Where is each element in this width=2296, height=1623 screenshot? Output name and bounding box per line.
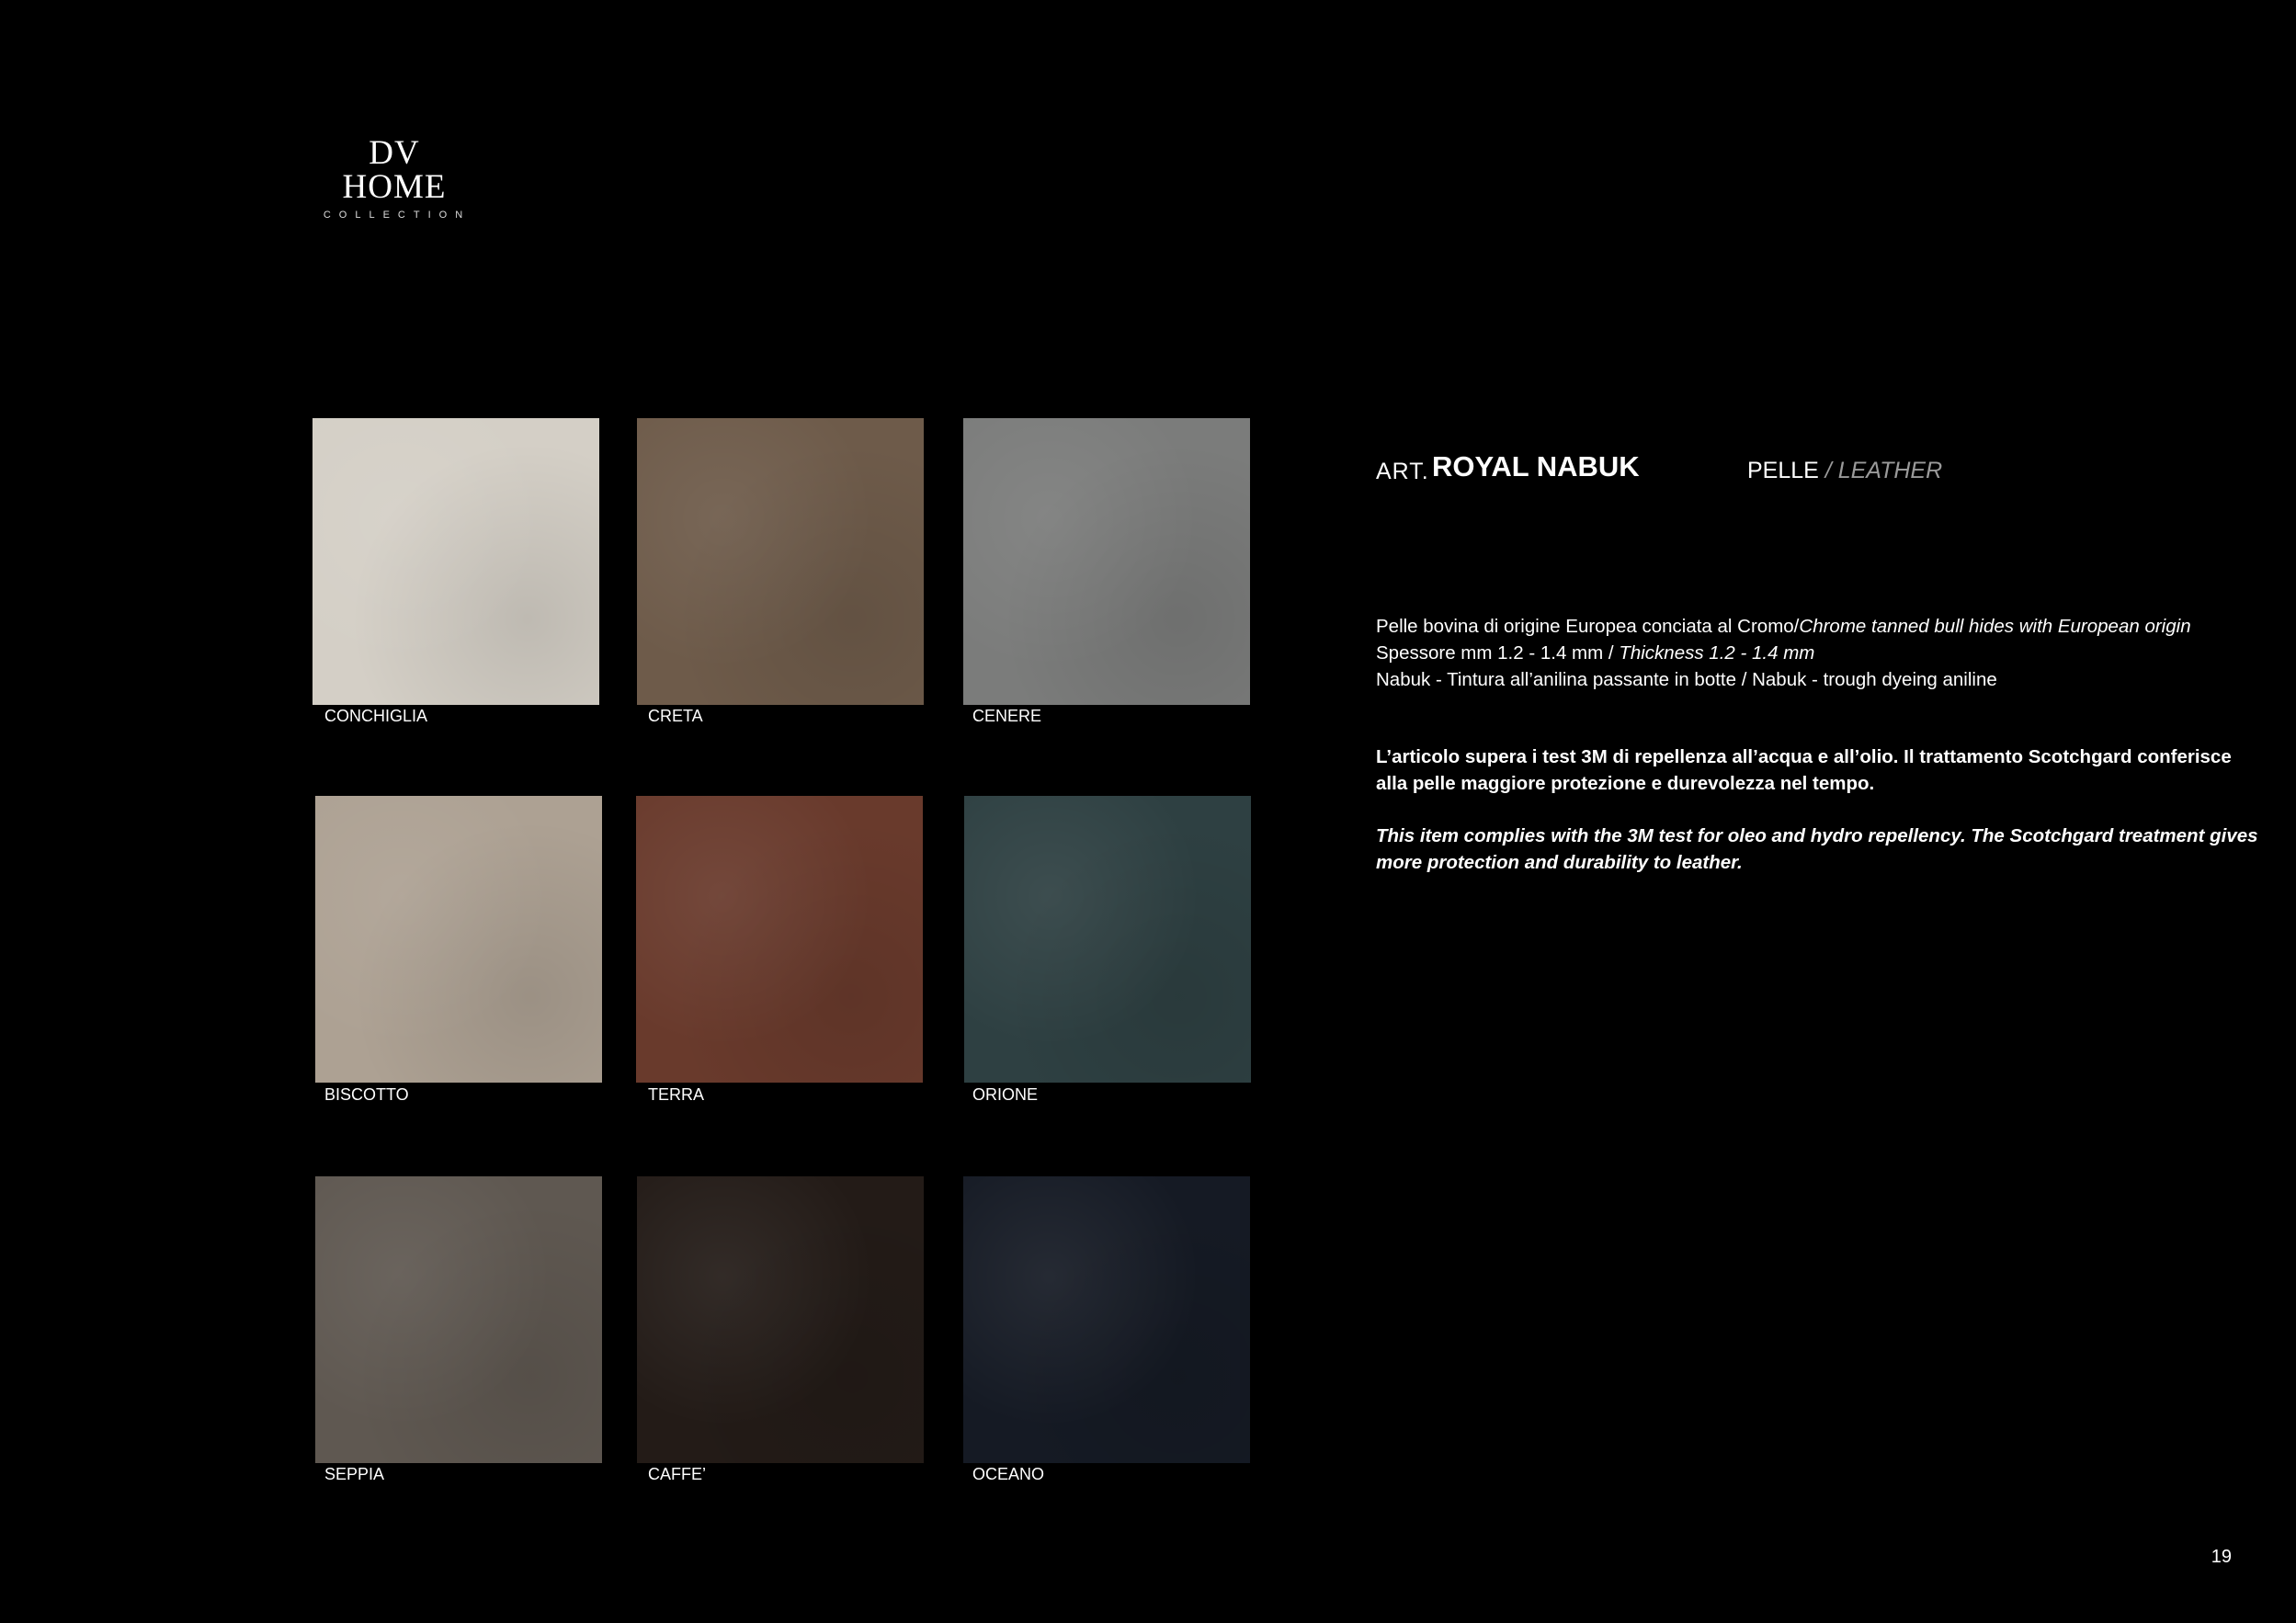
brand-logo: DV HOME COLLECTION (315, 136, 473, 221)
origin-en: Chrome tanned bull hides with European o… (1799, 616, 2191, 637)
article-title: ART. ROYAL NABUK PELLE / LEATHER (1376, 450, 2203, 487)
swatch-label-biscotto: BISCOTTO (324, 1085, 409, 1104)
swatch-label-seppia: SEPPIA (324, 1465, 385, 1483)
swatch-seppia (315, 1176, 602, 1463)
swatch-caffe (637, 1176, 924, 1463)
material-label: PELLE / LEATHER (1747, 458, 1942, 484)
swatch-label-cenere: CENERE (972, 707, 1042, 725)
thickness-it: Spessore mm 1.2 - 1.4 mm / (1376, 642, 1620, 664)
material-separator: / (1818, 458, 1838, 483)
treatment-note-it: L’articolo supera i test 3M di repellenz… (1376, 746, 2232, 794)
swatch-conchiglia (313, 418, 599, 705)
swatch-label-creta: CRETA (648, 707, 703, 725)
swatch-label-oceano: OCEANO (972, 1465, 1045, 1483)
material-en: LEATHER (1837, 458, 1943, 483)
swatch-orione (964, 796, 1251, 1083)
brand-subtitle: COLLECTION (323, 210, 472, 221)
product-description: Pelle bovina di origine Europea conciata… (1376, 613, 2277, 693)
article-name: ROYAL NABUK (1432, 450, 1640, 482)
swatch-oceano (963, 1176, 1250, 1463)
thickness-en: Thickness 1.2 - 1.4 mm (1619, 642, 1815, 664)
swatch-label-caffe: CAFFE’ (648, 1465, 706, 1483)
swatch-terra (636, 796, 923, 1083)
swatch-label-terra: TERRA (648, 1085, 705, 1104)
origin-it: Pelle bovina di origine Europea conciata… (1376, 616, 1800, 637)
page-number: 19 (2211, 1547, 2232, 1567)
swatch-label-orione: ORIONE (972, 1085, 1039, 1104)
swatch-creta (637, 418, 924, 705)
article-prefix: ART. (1376, 459, 1429, 484)
swatch-label-conchiglia: CONCHIGLIA (324, 707, 428, 725)
swatch-cenere (963, 418, 1250, 705)
brand-name: DV HOME (342, 134, 447, 206)
swatch-biscotto (315, 796, 602, 1083)
description-line-dyeing: Nabuk - Tintura all’anilina passante in … (1376, 669, 1997, 690)
material-it: PELLE (1747, 458, 1819, 483)
treatment-note-en: This item complies with the 3M test for … (1376, 825, 2258, 873)
description-line-origin: Pelle bovina di origine Europea conciata… (1376, 613, 2277, 640)
description-line-thickness: Spessore mm 1.2 - 1.4 mm / Thickness 1.2… (1376, 640, 2277, 666)
